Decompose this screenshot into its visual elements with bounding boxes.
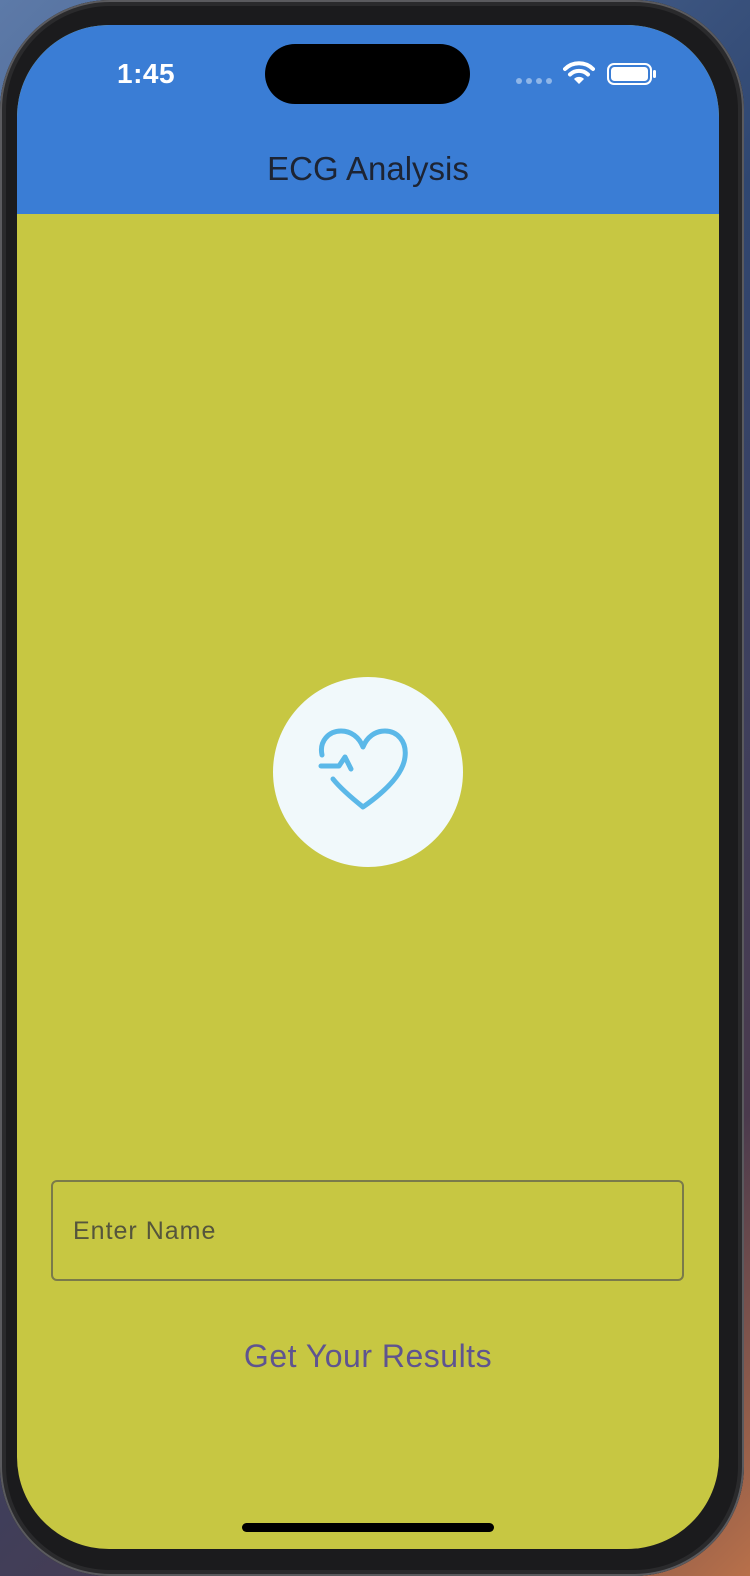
heart-pulse-icon	[318, 728, 408, 810]
app-bar: 1:45 ECG Analysis	[17, 25, 719, 214]
cellular-signal-icon	[516, 78, 552, 84]
home-indicator[interactable]	[242, 1523, 494, 1532]
name-input[interactable]	[71, 1182, 665, 1281]
wifi-icon	[563, 61, 595, 84]
name-field[interactable]	[51, 1180, 684, 1281]
app-screen: 1:45 ECG Analysis Enter Name Get Your Re…	[17, 25, 719, 1549]
status-time: 1:45	[117, 58, 176, 89]
dynamic-island	[265, 44, 470, 104]
phone-frame: 1:45 ECG Analysis Enter Name Get Your Re…	[0, 0, 744, 1576]
app-title: ECG Analysis	[267, 150, 469, 187]
app-logo	[273, 677, 463, 867]
battery-icon	[607, 63, 656, 85]
get-results-button[interactable]: Get Your Results	[193, 1325, 543, 1387]
